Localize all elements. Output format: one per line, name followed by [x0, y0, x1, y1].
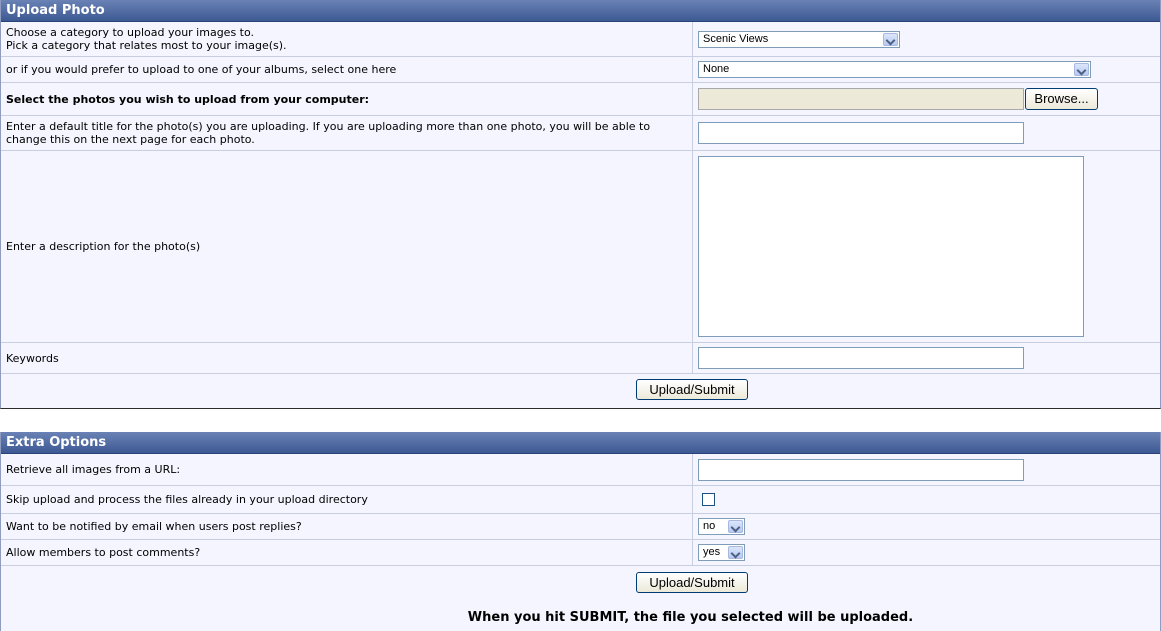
category-label-line2: Pick a category that relates most to you…: [6, 39, 287, 52]
url-row: Retrieve all images from a URL:: [1, 454, 1160, 486]
skip-label: Skip upload and process the files alread…: [6, 493, 368, 506]
album-row: or if you would prefer to upload to one …: [1, 57, 1160, 83]
title-input[interactable]: [698, 122, 1024, 144]
title-label: Enter a default title for the photo(s) y…: [6, 120, 651, 146]
extra-submit-area: Upload/Submit When you hit SUBMIT, the f…: [1, 566, 1160, 630]
chevron-down-icon[interactable]: [728, 546, 743, 559]
category-select[interactable]: Scenic Views: [698, 31, 900, 48]
comments-row: Allow members to post comments? yes: [1, 540, 1160, 566]
notify-select[interactable]: no: [698, 518, 745, 535]
category-select-value: Scenic Views: [703, 33, 769, 45]
upload-photo-header: Upload Photo: [1, 0, 1160, 22]
url-input[interactable]: [698, 459, 1024, 481]
browse-button[interactable]: Browse...: [1025, 88, 1098, 110]
extra-options-header: Extra Options: [1, 432, 1160, 454]
url-label: Retrieve all images from a URL:: [6, 463, 181, 476]
comments-select-value: yes: [703, 546, 721, 558]
album-select[interactable]: None: [698, 61, 1091, 78]
extra-submit-button[interactable]: Upload/Submit: [636, 572, 748, 593]
category-row: Choose a category to upload your images …: [1, 22, 1160, 57]
file-label: Select the photos you wish to upload fro…: [6, 92, 370, 106]
file-path-field[interactable]: [698, 88, 1024, 110]
chevron-down-icon[interactable]: [1074, 63, 1089, 76]
album-label: or if you would prefer to upload to one …: [6, 63, 397, 76]
album-select-value: None: [703, 63, 730, 75]
description-textarea[interactable]: [698, 156, 1084, 337]
title-row: Enter a default title for the photo(s) y…: [1, 116, 1160, 151]
comments-select[interactable]: yes: [698, 544, 745, 561]
description-row: Enter a description for the photo(s): [1, 151, 1160, 343]
upload-photo-panel: Upload Photo Choose a category to upload…: [0, 0, 1161, 409]
chevron-down-icon[interactable]: [883, 33, 898, 46]
skip-row: Skip upload and process the files alread…: [1, 486, 1160, 514]
category-label-line1: Choose a category to upload your images …: [6, 26, 255, 39]
notify-select-value: no: [703, 520, 716, 532]
upload-submit-button[interactable]: Upload/Submit: [636, 379, 748, 400]
keywords-label: Keywords: [6, 351, 59, 365]
upload-submit-row: Upload/Submit: [1, 374, 1160, 407]
chevron-down-icon[interactable]: [728, 520, 743, 533]
file-row: Select the photos you wish to upload fro…: [1, 83, 1160, 116]
notify-row: Want to be notified by email when users …: [1, 514, 1160, 540]
submit-note: When you hit SUBMIT, the file you select…: [467, 610, 914, 625]
keywords-row: Keywords: [1, 343, 1160, 374]
extra-options-panel: Extra Options Retrieve all images from a…: [0, 432, 1161, 631]
keywords-input[interactable]: [698, 347, 1024, 369]
notify-label: Want to be notified by email when users …: [6, 520, 302, 533]
skip-upload-checkbox[interactable]: [702, 493, 715, 506]
description-label: Enter a description for the photo(s): [6, 240, 201, 253]
comments-label: Allow members to post comments?: [6, 546, 201, 559]
